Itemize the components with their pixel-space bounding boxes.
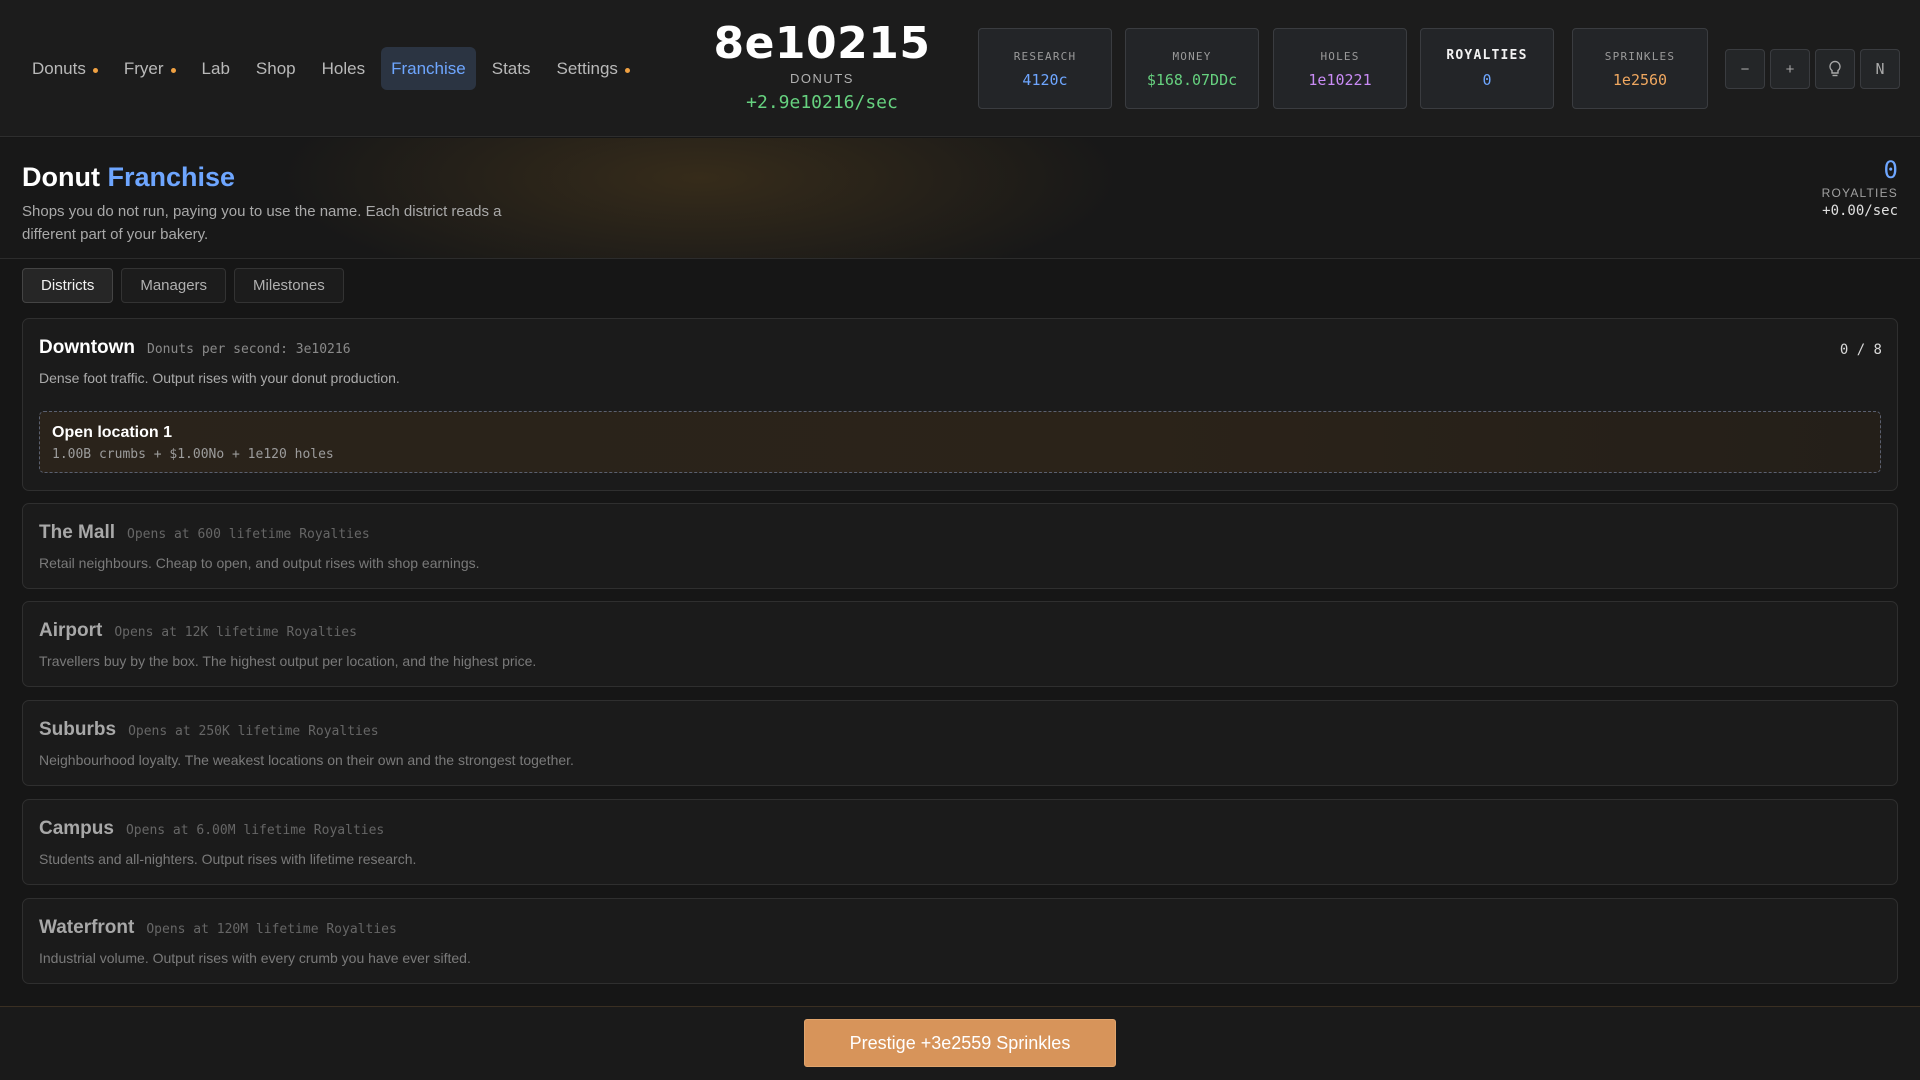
district-meta: Opens at 6.00M lifetime Royalties <box>125 823 385 838</box>
nav-item-stats[interactable]: Stats <box>482 47 541 90</box>
page-title: Donut Franchise <box>22 162 236 192</box>
open-location-title: Open location 1 <box>52 424 173 441</box>
royalties-summary: 0 ROYALTIES +0.00/sec <box>1822 156 1898 219</box>
district-meta: Opens at 120M lifetime Royalties <box>146 922 397 937</box>
resource-sprinkles: SPRINKLES 1e2560 <box>1572 28 1708 109</box>
prestige-button[interactable]: Prestige +3e2559 Sprinkles <box>804 1019 1116 1067</box>
district-meta: Opens at 12K lifetime Royalties <box>114 625 357 640</box>
district-name: Campus <box>39 818 114 839</box>
district-name: Airport <box>39 620 103 641</box>
resource-holes: HOLES 1e10221 <box>1273 28 1407 109</box>
nav-item-donuts[interactable]: Donuts <box>22 47 108 90</box>
zoom-in-button[interactable]: + <box>1770 49 1810 89</box>
money-value: $168.07DDc <box>1146 71 1238 89</box>
page-description: Shops you do not run, paying you to use … <box>22 203 502 243</box>
tab-managers[interactable]: Managers <box>121 268 227 303</box>
open-location-button[interactable]: Open location 1 1.00B crumbs + $1.00No +… <box>39 411 1881 473</box>
franchise-tabs: Districts Managers Milestones <box>22 268 344 303</box>
district-waterfront: Waterfront Opens at 120M lifetime Royalti… <box>22 898 1898 984</box>
district-downtown: Downtown Donuts per second: 3e10216 0 / 8… <box>22 318 1898 491</box>
nav-item-lab[interactable]: Lab <box>192 47 240 90</box>
donut-counter: 8e10215 DONUTS +2.9e10216/sec <box>700 18 944 113</box>
district-description: Travellers buy by the box. The highest o… <box>39 653 537 669</box>
resource-research: RESEARCH 4120c <box>978 28 1112 109</box>
tab-districts[interactable]: Districts <box>22 268 114 303</box>
royalties-rate: +0.00/sec <box>1822 203 1898 219</box>
district-suburbs: Suburbs Opens at 250K lifetime Royalties … <box>22 700 1898 786</box>
district-description: Retail neighbours. Cheap to open, and ou… <box>39 555 480 571</box>
main-nav: Donuts Fryer Lab Shop Holes Franchise St… <box>22 47 640 90</box>
district-airport: Airport Opens at 12K lifetime Royalties T… <box>22 601 1898 687</box>
nav-item-settings[interactable]: Settings <box>546 47 639 90</box>
district-description: Industrial volume. Output rises with eve… <box>39 950 471 966</box>
notation-button[interactable]: N <box>1860 49 1900 89</box>
tab-milestones[interactable]: Milestones <box>234 268 344 303</box>
footer-bar: Prestige +3e2559 Sprinkles <box>0 1006 1920 1080</box>
royalties-total: 0 <box>1883 156 1898 184</box>
district-name: Waterfront <box>39 917 135 938</box>
resource-money: MONEY $168.07DDc <box>1125 28 1259 109</box>
top-bar: Donuts Fryer Lab Shop Holes Franchise St… <box>0 0 1920 137</box>
district-meta: Donuts per second: 3e10216 <box>147 342 351 357</box>
nav-item-fryer[interactable]: Fryer <box>114 47 186 90</box>
notification-dot <box>624 67 630 73</box>
notification-dot <box>92 67 98 73</box>
sprinkles-value: 1e2560 <box>1612 71 1668 89</box>
nav-item-holes[interactable]: Holes <box>312 47 375 90</box>
royalties-value: 0 <box>1482 71 1492 89</box>
district-description: Students and all-nighters. Output rises … <box>39 851 417 867</box>
nav-item-franchise[interactable]: Franchise <box>381 47 476 90</box>
research-value: 4120c <box>1022 71 1068 89</box>
lightbulb-icon <box>1829 60 1841 77</box>
royalties-label: ROYALTIES <box>1821 186 1898 200</box>
open-location-cost: 1.00B crumbs + $1.00No + 1e120 holes <box>52 447 334 462</box>
donut-rate: +2.9e10216/sec <box>746 92 898 113</box>
district-name: The Mall <box>39 522 116 543</box>
notification-dot <box>170 67 176 73</box>
donut-count-value: 8e10215 <box>713 18 931 69</box>
district-name: Suburbs <box>39 719 117 740</box>
district-the-mall: The Mall Opens at 600 lifetime Royalties … <box>22 503 1898 589</box>
page-header: Donut Franchise Shops you do not run, pa… <box>0 138 1920 259</box>
donut-count-label: DONUTS <box>790 71 854 86</box>
district-meta: Opens at 600 lifetime Royalties <box>127 527 370 542</box>
district-description: Dense foot traffic. Output rises with yo… <box>39 370 400 386</box>
district-campus: Campus Opens at 6.00M lifetime Royalties … <box>22 799 1898 885</box>
resource-royalties: ROYALTIES 0 <box>1420 28 1554 109</box>
nav-item-shop[interactable]: Shop <box>246 47 306 90</box>
district-meta: Opens at 250K lifetime Royalties <box>128 724 379 739</box>
hint-button[interactable] <box>1815 49 1855 89</box>
district-description: Neighbourhood loyalty. The weakest locat… <box>39 752 574 768</box>
district-name: Downtown <box>39 337 136 358</box>
location-count: 0 / 8 <box>1839 342 1882 358</box>
holes-value: 1e10221 <box>1308 71 1372 89</box>
zoom-out-button[interactable]: − <box>1725 49 1765 89</box>
